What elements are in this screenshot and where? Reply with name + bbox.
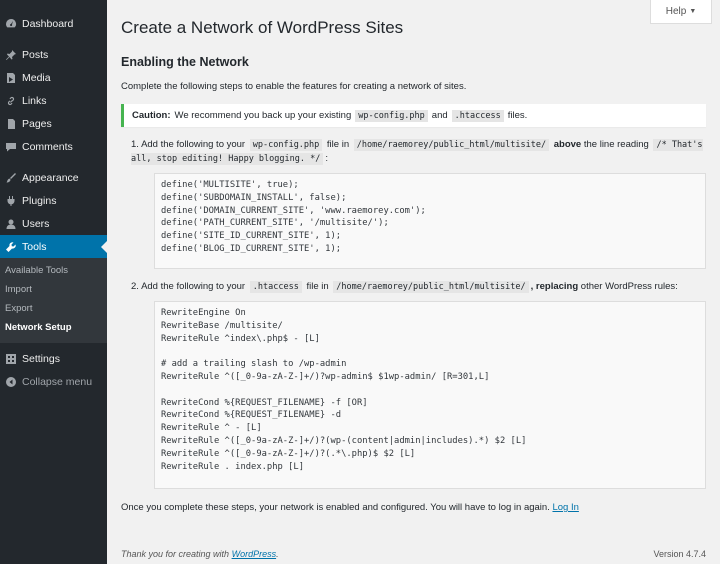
footer-thanks-text: Thank you for creating with xyxy=(121,549,230,559)
sidebar-item-tools[interactable]: Tools xyxy=(0,235,107,258)
settings-icon xyxy=(5,353,17,365)
step-text: Add the following to your xyxy=(141,281,246,292)
step-text: file in xyxy=(306,281,329,292)
notice-and: and xyxy=(431,110,448,121)
step-text: other WordPress rules: xyxy=(580,281,678,292)
submenu-import[interactable]: Import xyxy=(0,280,107,299)
step-1: 1. Add the following to your wp-config.p… xyxy=(121,138,706,166)
htaccess-code-textarea[interactable]: RewriteEngine On RewriteBase /multisite/… xyxy=(154,301,706,489)
wordpress-link[interactable]: WordPress xyxy=(232,549,277,559)
user-icon xyxy=(5,218,17,230)
notice-file-wpconfig: wp-config.php xyxy=(355,109,428,122)
outro-sentence: Once you complete these steps, your netw… xyxy=(121,502,550,513)
sidebar-item-pages[interactable]: Pages xyxy=(0,112,107,135)
step-number: 1. xyxy=(131,139,139,150)
outro-text: Once you complete these steps, your netw… xyxy=(121,501,706,515)
sidebar-item-appearance[interactable]: Appearance xyxy=(0,166,107,189)
sidebar-item-comments[interactable]: Comments xyxy=(0,135,107,158)
footer-thanks: Thank you for creating with WordPress. xyxy=(121,549,279,559)
caret-down-icon: ▼ xyxy=(689,8,697,15)
sidebar-item-links[interactable]: Links xyxy=(0,89,107,112)
step-text: Add the following to your xyxy=(141,139,246,150)
help-label: Help xyxy=(665,6,687,17)
dashboard-icon xyxy=(5,18,17,30)
step-path: /home/raemorey/public_html/multisite/ xyxy=(353,139,550,151)
wrench-icon xyxy=(5,241,17,253)
sidebar-item-media[interactable]: Media xyxy=(0,66,107,89)
intro-text: Complete the following steps to enable t… xyxy=(121,81,467,92)
caution-notice: Caution: We recommend you back up your e… xyxy=(121,104,706,127)
notice-text-before: We recommend you back up your existing xyxy=(174,110,352,121)
media-icon xyxy=(5,72,17,84)
admin-footer: Thank you for creating with WordPress. V… xyxy=(121,549,706,559)
sidebar-item-posts[interactable]: Posts xyxy=(0,43,107,66)
admin-sidebar: Dashboard Posts Media Links Pages Commen… xyxy=(0,0,107,564)
sidebar-item-label: Appearance xyxy=(22,171,79,184)
footer-version: Version 4.7.4 xyxy=(653,549,706,559)
submenu-export[interactable]: Export xyxy=(0,299,107,318)
wp-config-code-textarea[interactable]: define('MULTISITE', true); define('SUBDO… xyxy=(154,173,706,269)
sidebar-item-label: Users xyxy=(22,217,50,230)
step-number: 2. xyxy=(131,281,139,292)
submenu-network-setup[interactable]: Network Setup xyxy=(0,318,107,337)
sidebar-item-dashboard[interactable]: Dashboard xyxy=(0,12,107,35)
notice-text-after: files. xyxy=(507,110,528,121)
sidebar-item-label: Posts xyxy=(22,48,49,61)
sidebar-item-label: Settings xyxy=(22,352,60,365)
tools-submenu: Available Tools Import Export Network Se… xyxy=(0,258,107,343)
sidebar-item-label: Dashboard xyxy=(22,17,74,30)
log-in-link[interactable]: Log In xyxy=(552,502,578,513)
comment-icon xyxy=(5,141,17,153)
pin-icon xyxy=(5,49,17,61)
main-content: Help ▼ Create a Network of WordPress Sit… xyxy=(107,0,720,564)
plugin-icon xyxy=(5,195,17,207)
brush-icon xyxy=(5,172,17,184)
sidebar-item-label: Pages xyxy=(22,117,52,130)
step-file: wp-config.php xyxy=(249,139,323,151)
collapse-arrow-icon xyxy=(5,376,17,388)
submenu-available-tools[interactable]: Available Tools xyxy=(0,261,107,280)
link-icon xyxy=(5,95,17,107)
step-emphasis: above xyxy=(553,139,582,150)
caution-label: Caution: xyxy=(132,110,171,121)
step-emphasis: , replacing xyxy=(530,281,579,292)
help-tab-button[interactable]: Help ▼ xyxy=(650,0,712,24)
sidebar-item-settings[interactable]: Settings xyxy=(0,347,107,370)
section-title: Enabling the Network xyxy=(121,55,249,69)
sidebar-item-plugins[interactable]: Plugins xyxy=(0,189,107,212)
step-file: .htaccess xyxy=(249,281,302,293)
page-icon xyxy=(5,118,17,130)
step-text: the line reading xyxy=(583,139,649,150)
step-path: /home/raemorey/public_html/multisite/ xyxy=(333,281,529,293)
step-2: 2. Add the following to your .htaccess f… xyxy=(121,280,706,294)
sidebar-item-label: Tools xyxy=(22,240,47,253)
collapse-menu-label: Collapse menu xyxy=(22,375,93,388)
notice-file-htaccess: .htaccess xyxy=(451,109,504,122)
step-text: file in xyxy=(326,139,350,150)
collapse-menu-button[interactable]: Collapse menu xyxy=(0,370,107,393)
page-title: Create a Network of WordPress Sites xyxy=(121,18,404,37)
sidebar-item-label: Comments xyxy=(22,140,73,153)
footer-period: . xyxy=(276,549,279,559)
step-colon: : xyxy=(325,153,328,164)
sidebar-item-label: Plugins xyxy=(22,194,57,207)
sidebar-item-label: Links xyxy=(22,94,47,107)
sidebar-item-label: Media xyxy=(22,71,51,84)
sidebar-item-users[interactable]: Users xyxy=(0,212,107,235)
